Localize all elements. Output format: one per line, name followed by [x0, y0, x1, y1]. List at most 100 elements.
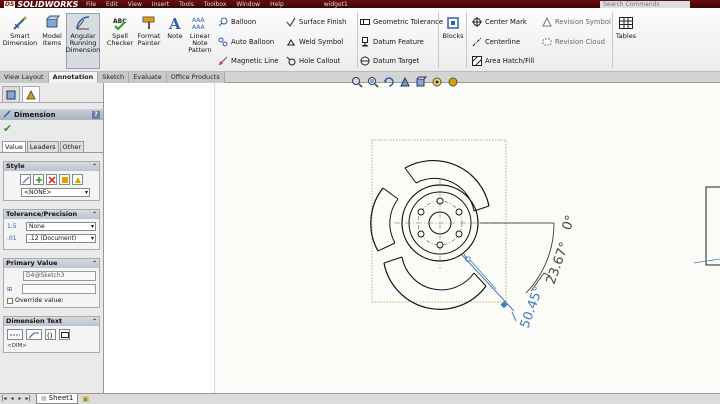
dimtext-parenthesis-button[interactable]: (): [45, 329, 56, 340]
balloon-button[interactable]: Balloon: [218, 17, 256, 27]
feature-manager-tab[interactable]: [2, 86, 20, 102]
collapse-icon[interactable]: ⌃: [92, 317, 97, 326]
drawing-canvas[interactable]: 0° 23.67° 50.45°: [104, 76, 720, 393]
checkbox-box[interactable]: [7, 297, 13, 304]
help-button[interactable]: ?: [92, 110, 100, 119]
spell-checker-button[interactable]: ABC Spell Checker: [106, 14, 134, 47]
adjacent-view-edge[interactable]: [705, 186, 720, 266]
last-sheet-button[interactable]: ▸|: [24, 395, 32, 403]
datum-target-button[interactable]: Datum Target: [360, 56, 419, 66]
tolerance-group-header[interactable]: Tolerance/Precision ⌃: [4, 210, 99, 219]
angle-value-label[interactable]: 23.67°: [544, 240, 573, 286]
datum-feature-button[interactable]: Datum Feature: [360, 37, 424, 47]
geometric-tolerance-button[interactable]: Geometric Tolerance: [360, 17, 443, 27]
dimtext-leader-button[interactable]: [26, 329, 42, 340]
subtab-value[interactable]: Value: [2, 141, 26, 152]
balloon-icon: [218, 17, 228, 27]
revision-cloud-button[interactable]: Revision Cloud: [542, 37, 605, 47]
ok-check-button[interactable]: ✔: [3, 122, 103, 136]
subtab-leaders[interactable]: Leaders: [26, 141, 59, 152]
disc-inner-arc-left[interactable]: [389, 198, 399, 244]
tab-annotation[interactable]: Annotation: [48, 72, 99, 83]
smart-dimension-button[interactable]: Smart Dimension: [2, 14, 38, 47]
style-group-header[interactable]: Style ⌃: [4, 162, 99, 171]
angular-running-dimension-button[interactable]: Angular Running Dimension: [66, 13, 100, 69]
dimtext-insert-button[interactable]: [7, 329, 23, 340]
tolerance-type-icon: 1.5: [7, 223, 17, 230]
property-manager-icon: [26, 89, 36, 99]
area-hatch-fill-button[interactable]: Area Hatch/Fill: [472, 56, 534, 66]
app-logo[interactable]: DS SOLIDWORKS: [0, 0, 80, 8]
dimtext-leader-icon: [28, 332, 39, 338]
smart-dimension-label: Smart Dimension: [2, 32, 38, 47]
disc-inner-arc-bottom[interactable]: [401, 256, 475, 291]
balloon-label: Balloon: [231, 18, 257, 26]
menu-view[interactable]: View: [128, 1, 142, 8]
update-style-button[interactable]: [33, 174, 44, 185]
prev-sheet-button[interactable]: ◂: [8, 395, 16, 403]
spell-checker-icon: ABC: [111, 14, 129, 32]
selected-angle-label[interactable]: 50.45°: [518, 284, 547, 330]
next-sheet-button[interactable]: ▸: [16, 395, 24, 403]
menu-edit[interactable]: Edit: [106, 1, 118, 8]
style-select[interactable]: <NONE>: [21, 188, 90, 197]
menu-file[interactable]: File: [86, 1, 96, 8]
linear-note-pattern-button[interactable]: AAA AAA Linear Note Pattern: [186, 14, 214, 54]
hole-callout-button[interactable]: Hole Callout: [286, 56, 340, 66]
model-items-button[interactable]: Model Items: [40, 14, 64, 47]
collapse-icon[interactable]: ⌃: [92, 162, 97, 171]
dimension-name-field[interactable]: D4@Sketch3: [23, 271, 96, 281]
save-style-button[interactable]: [59, 174, 70, 185]
format-painter-button[interactable]: Format Painter: [135, 14, 163, 47]
menu-insert[interactable]: Insert: [152, 1, 169, 8]
delete-style-button[interactable]: [46, 174, 57, 185]
search-commands-input[interactable]: Search Commands: [600, 0, 690, 8]
blocks-button[interactable]: Blocks: [442, 14, 464, 40]
override-value-checkbox[interactable]: Override value:: [7, 297, 96, 304]
centerline-button[interactable]: Centerline: [472, 37, 520, 47]
auto-balloon-button[interactable]: Auto Balloon: [218, 37, 274, 47]
tab-view-layout[interactable]: View Layout: [0, 72, 49, 83]
disc-outer-arc-left[interactable]: [370, 187, 384, 252]
dimension-value-field[interactable]: [22, 284, 96, 294]
apply-default-style-button[interactable]: [20, 174, 31, 185]
tolerance-type-select[interactable]: None: [26, 222, 96, 231]
precision-select[interactable]: .12 (Document): [26, 234, 96, 243]
menu-tools[interactable]: Tools: [179, 1, 194, 8]
smart-dimension-icon: [11, 14, 29, 32]
adjacent-view-line: [693, 258, 720, 264]
hole-callout-label: Hole Callout: [299, 57, 341, 65]
collapse-icon[interactable]: ⌃: [92, 259, 97, 268]
subtab-other[interactable]: Other: [59, 141, 85, 152]
menu-help[interactable]: Help: [270, 1, 284, 8]
menu-window[interactable]: Window: [236, 1, 260, 8]
surface-finish-button[interactable]: Surface Finish: [286, 17, 346, 27]
tables-button[interactable]: Tables: [615, 14, 637, 40]
primary-value-header[interactable]: Primary Value ⌃: [4, 259, 99, 268]
angle-zero-label[interactable]: 0°: [560, 213, 579, 232]
load-style-button[interactable]: [72, 174, 83, 185]
dimtext-box-button[interactable]: [59, 329, 70, 340]
dimension-text-field[interactable]: <DIM>: [7, 343, 96, 349]
sheet-tab[interactable]: ▤ Sheet1: [36, 394, 79, 404]
magnetic-line-button[interactable]: Magnetic Line: [218, 56, 278, 66]
tab-office-products[interactable]: Office Products: [166, 72, 225, 83]
first-sheet-button[interactable]: |◂: [0, 395, 8, 403]
revision-symbol-button[interactable]: Revision Symbol: [542, 17, 611, 27]
dimension-text-header[interactable]: Dimension Text ⌃: [4, 317, 99, 326]
weld-symbol-label: Weld Symbol: [299, 38, 344, 46]
add-sheet-icon[interactable]: ▣: [82, 395, 89, 403]
area-hatch-icon: [472, 56, 482, 66]
center-mark-button[interactable]: Center Mark: [472, 17, 527, 27]
collapse-icon[interactable]: ⌃: [92, 210, 97, 219]
revision-cloud-label: Revision Cloud: [555, 38, 605, 46]
tab-sketch[interactable]: Sketch: [98, 72, 130, 83]
note-button[interactable]: A Note: [164, 14, 186, 40]
ribbon-separator: [466, 12, 467, 68]
property-manager-tab[interactable]: [22, 86, 40, 102]
disc-outer-arc-top[interactable]: [404, 159, 490, 207]
tab-evaluate[interactable]: Evaluate: [129, 72, 167, 83]
weld-symbol-button[interactable]: Weld Symbol: [286, 37, 343, 47]
svg-text:AAA: AAA: [192, 24, 206, 31]
menu-toolbox[interactable]: Toolbox: [204, 1, 227, 8]
